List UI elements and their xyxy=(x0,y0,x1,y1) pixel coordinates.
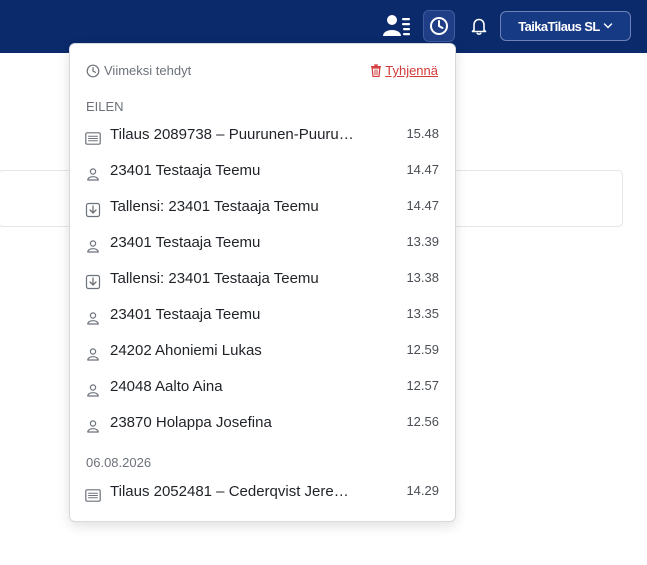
history-item-label: 24048 Aalto Aina xyxy=(110,378,223,395)
history-item[interactable]: 23870 Holappa Josefina 12.56 xyxy=(71,408,454,442)
history-item[interactable]: 24048 Aalto Aina 12.57 xyxy=(71,372,454,406)
dropdown-header: Viimeksi tehdyt xyxy=(86,63,191,78)
history-item[interactable]: 23401 Testaaja Teemu 13.39 xyxy=(71,228,454,262)
person-icon xyxy=(85,418,101,434)
history-item-time: 12.57 xyxy=(406,378,439,393)
history-item-time: 14.29 xyxy=(406,483,439,498)
history-item-time: 13.35 xyxy=(406,306,439,321)
history-item-label: 23401 Testaaja Teemu xyxy=(110,306,261,323)
person-icon xyxy=(85,346,101,362)
history-item-time: 12.56 xyxy=(406,414,439,429)
chevron-down-icon xyxy=(603,23,612,29)
history-item-label: Tilaus 2052481 – Cederqvist Jeremias xyxy=(110,483,358,500)
tenant-selector-button[interactable]: TaikaTilaus SL xyxy=(500,11,631,41)
history-item-time: 13.38 xyxy=(406,270,439,285)
history-item-time: 15.48 xyxy=(406,126,439,141)
group-label-date: 06.08.2026 xyxy=(86,455,152,470)
history-item[interactable]: 23401 Testaaja Teemu 13.35 xyxy=(71,300,454,334)
history-item-time: 12.59 xyxy=(406,342,439,357)
person-icon xyxy=(85,310,101,326)
history-item-label: Tallensi: 23401 Testaaja Teemu xyxy=(110,198,319,215)
history-item-time: 14.47 xyxy=(406,198,439,213)
person-icon xyxy=(85,238,101,254)
recent-history-dropdown: Viimeksi tehdyt Tyhjennä EILEN Tilaus 20… xyxy=(69,43,456,522)
history-item-label: Tallensi: 23401 Testaaja Teemu xyxy=(110,270,319,287)
history-item[interactable]: Tilaus 2089738 – Puurunen-Puurunen Olli 1… xyxy=(71,120,454,154)
history-item-label: 23870 Holappa Josefina xyxy=(110,414,272,431)
bell-icon[interactable] xyxy=(463,10,495,42)
save-icon xyxy=(85,202,101,218)
save-icon xyxy=(85,274,101,290)
history-item[interactable]: Tallensi: 23401 Testaaja Teemu 13.38 xyxy=(71,264,454,298)
clock-icon xyxy=(86,64,100,77)
order-list-icon xyxy=(85,130,101,146)
history-item[interactable]: 24202 Ahoniemi Lukas 12.59 xyxy=(71,336,454,370)
history-item[interactable]: 23401 Testaaja Teemu 14.47 xyxy=(71,156,454,190)
tenant-label: TaikaTilaus SL xyxy=(518,18,600,34)
clear-label: Tyhjennä xyxy=(385,63,438,78)
group-label-yesterday: EILEN xyxy=(86,99,124,114)
dropdown-title: Viimeksi tehdyt xyxy=(104,63,192,78)
history-item-time: 13.39 xyxy=(406,234,439,249)
history-item-time: 14.47 xyxy=(406,162,439,177)
history-item[interactable]: Tallensi: 23401 Testaaja Teemu 14.47 xyxy=(71,192,454,226)
history-item[interactable]: Tilaus 2052481 – Cederqvist Jeremias 14.2… xyxy=(71,477,454,511)
history-item-label: Tilaus 2089738 – Puurunen-Puurunen Olli xyxy=(110,126,358,143)
history-item-label: 23401 Testaaja Teemu xyxy=(110,234,261,251)
order-list-icon xyxy=(85,487,101,503)
history-item-label: 24202 Ahoniemi Lukas xyxy=(110,342,262,359)
person-icon xyxy=(85,166,101,182)
contacts-list-icon[interactable] xyxy=(381,10,413,42)
clock-icon[interactable] xyxy=(423,10,455,42)
clear-history-button[interactable]: Tyhjennä xyxy=(370,63,438,78)
trash-icon xyxy=(371,64,382,77)
history-item-label: 23401 Testaaja Teemu xyxy=(110,162,261,179)
person-icon xyxy=(85,382,101,398)
